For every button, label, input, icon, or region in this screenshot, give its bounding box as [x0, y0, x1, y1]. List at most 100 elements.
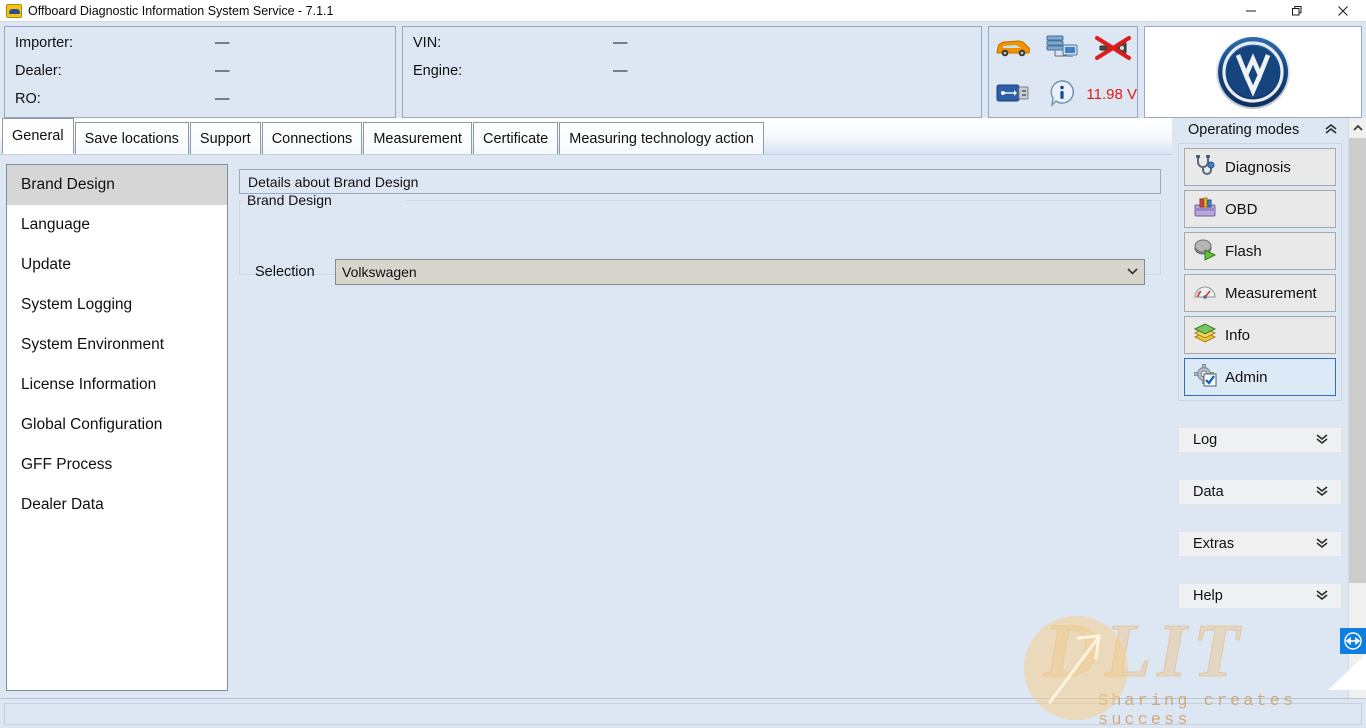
tab-save-locations[interactable]: Save locations [74, 122, 189, 154]
groupbox-legend: Brand Design [243, 193, 336, 207]
mode-flash[interactable]: Flash [1184, 232, 1336, 270]
window-controls [1228, 0, 1366, 22]
tab-support[interactable]: Support [189, 122, 261, 154]
brand-logo-panel [1144, 26, 1362, 118]
restore-button[interactable] [1274, 0, 1320, 22]
importer-value: — [215, 35, 230, 51]
ro-value: — [215, 91, 230, 107]
detail-panel: Details about Brand Design Brand Design … [239, 169, 1161, 689]
operating-modes-header[interactable]: Operating modes [1178, 118, 1342, 142]
operating-modes-title: Operating modes [1188, 122, 1300, 138]
status-bar [0, 698, 1366, 728]
list-item-system-environment[interactable]: System Environment [7, 325, 227, 365]
list-item-global-configuration[interactable]: Global Configuration [7, 405, 227, 445]
info-row-vin: VIN: — [413, 35, 981, 63]
close-button[interactable] [1320, 0, 1366, 22]
chevron-up-icon [1353, 124, 1363, 131]
chevron-down-double-icon [1315, 537, 1329, 552]
minimize-button[interactable] [1228, 0, 1274, 22]
tab-certificate[interactable]: Certificate [472, 122, 559, 154]
mode-label-diagnosis: Diagnosis [1225, 158, 1291, 176]
list-item-system-logging[interactable]: System Logging [7, 285, 227, 325]
key-disconnected-icon[interactable] [1092, 33, 1132, 66]
right-sidebar: Operating modes Diagnosis OBD Flash Meas… [1172, 118, 1348, 728]
title-bar: Offboard Diagnostic Information System S… [0, 0, 1366, 22]
chevron-down-double-icon [1315, 485, 1329, 500]
tab-measurement[interactable]: Measurement [363, 122, 472, 154]
vin-label: VIN: [413, 35, 442, 51]
operating-modes-list: Diagnosis OBD Flash Measurement Info Adm… [1178, 143, 1342, 401]
window-scrollbar[interactable] [1348, 118, 1366, 698]
section-label-extras: Extras [1193, 536, 1235, 552]
tab-bar: General Save locations Support Connectio… [0, 118, 1172, 154]
selection-row: Selection Volkswagen [255, 259, 1145, 285]
info-row-importer: Importer: — [15, 35, 395, 63]
scroll-up-button[interactable] [1349, 118, 1366, 136]
section-help[interactable]: Help [1178, 583, 1342, 609]
mode-info[interactable]: Info [1184, 316, 1336, 354]
brand-selection-combobox[interactable]: Volkswagen [335, 259, 1145, 285]
section-label-log: Log [1193, 432, 1218, 448]
chevron-up-double-icon[interactable] [1324, 123, 1338, 138]
voltage-readout: 11.98 V [1086, 86, 1137, 103]
teamviewer-arrows-icon[interactable] [1340, 628, 1366, 654]
section-log[interactable]: Log [1178, 427, 1342, 453]
gauge-icon [1193, 279, 1217, 307]
header-info-bar: Importer: — Dealer: — RO: — VIN: — Engin… [0, 22, 1366, 118]
info-row-engine: Engine: — [413, 63, 981, 91]
stethoscope-icon [1193, 153, 1217, 181]
importer-label: Importer: [15, 35, 74, 51]
selection-label: Selection [255, 264, 315, 280]
list-item-license-information[interactable]: License Information [7, 365, 227, 405]
mode-measurement[interactable]: Measurement [1184, 274, 1336, 312]
chevron-down-icon [1127, 267, 1138, 278]
mode-obd[interactable]: OBD [1184, 190, 1336, 228]
list-item-brand-design[interactable]: Brand Design [7, 165, 227, 205]
tab-general[interactable]: General [2, 118, 74, 154]
status-icon-panel: 11.98 V [988, 26, 1138, 118]
groupbox-top-line-right [405, 200, 1161, 201]
mode-label-flash: Flash [1225, 242, 1262, 260]
list-item-update[interactable]: Update [7, 245, 227, 285]
volkswagen-logo [1216, 35, 1290, 109]
section-label-data: Data [1193, 484, 1224, 500]
section-label-help: Help [1193, 588, 1223, 604]
window-title: Offboard Diagnostic Information System S… [28, 3, 334, 18]
engine-value: — [613, 63, 628, 79]
dealer-value: — [215, 63, 230, 79]
section-extras[interactable]: Extras [1178, 531, 1342, 557]
vehicle-info-panel: VIN: — Engine: — [402, 26, 982, 118]
mode-diagnosis[interactable]: Diagnosis [1184, 148, 1336, 186]
mode-admin[interactable]: Admin [1184, 358, 1336, 396]
info-icon[interactable] [1048, 79, 1076, 110]
flash-play-icon [1193, 237, 1217, 265]
list-item-dealer-data[interactable]: Dealer Data [7, 485, 227, 525]
toolbox-icon [1193, 195, 1217, 223]
info-row-dealer: Dealer: — [15, 63, 395, 91]
scrollbar-thumb[interactable] [1349, 138, 1366, 583]
ro-label: RO: [15, 91, 41, 107]
vehicle-icon[interactable] [994, 36, 1032, 63]
dealer-label: Dealer: [15, 63, 62, 79]
settings-list[interactable]: Brand Design Language Update System Logg… [6, 164, 228, 691]
info-row-ro: RO: — [15, 91, 395, 119]
server-network-icon[interactable] [1045, 34, 1079, 65]
tab-connections[interactable]: Connections [261, 122, 363, 154]
customer-info-panel: Importer: — Dealer: — RO: — [4, 26, 396, 118]
usb-icon[interactable] [996, 82, 1030, 107]
list-item-language[interactable]: Language [7, 205, 227, 245]
mode-label-admin: Admin [1225, 368, 1268, 386]
mode-label-info: Info [1225, 326, 1251, 344]
gear-check-icon [1193, 363, 1217, 391]
detail-header: Details about Brand Design [239, 169, 1161, 194]
mode-label-measurement: Measurement [1225, 284, 1317, 302]
list-item-gff-process[interactable]: GFF Process [7, 445, 227, 485]
vin-value: — [613, 35, 628, 51]
brand-selection-value: Volkswagen [342, 264, 417, 280]
section-data[interactable]: Data [1178, 479, 1342, 505]
content-area: Brand Design Language Update System Logg… [0, 154, 1172, 695]
engine-label: Engine: [413, 63, 463, 79]
chevron-down-double-icon [1315, 433, 1329, 448]
tab-measuring-technology-action[interactable]: Measuring technology action [559, 122, 764, 154]
app-car-icon [6, 3, 22, 18]
